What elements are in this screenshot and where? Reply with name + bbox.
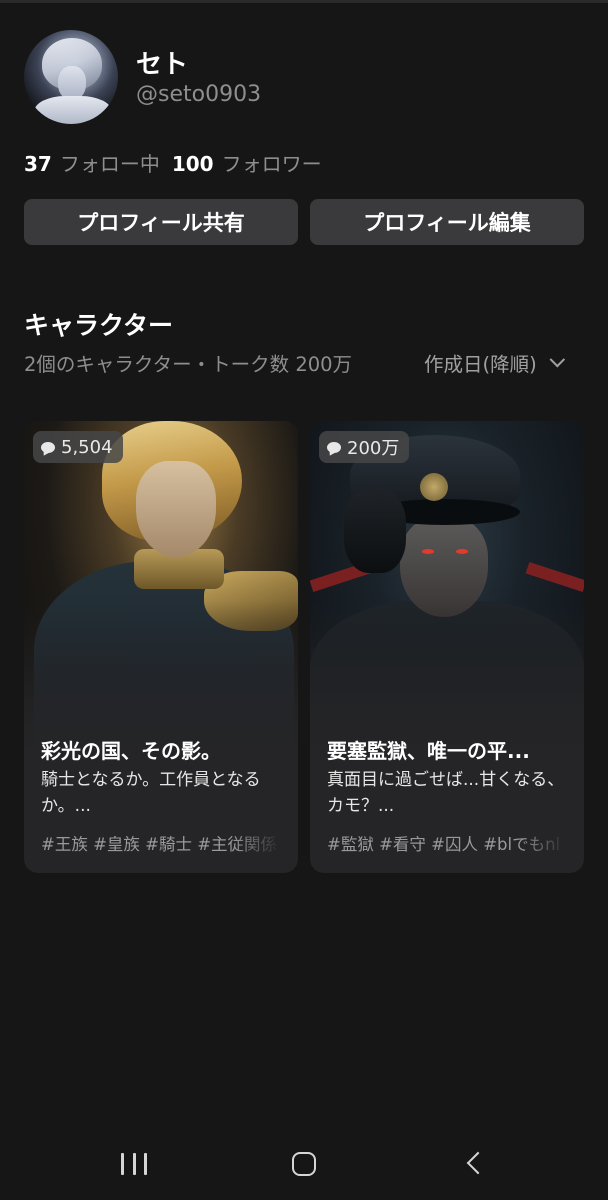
characters-section-title: キャラクター [24, 311, 174, 340]
character-image [310, 421, 584, 751]
talk-count: 5,504 [61, 436, 113, 458]
talk-count-badge: 5,504 [33, 431, 123, 463]
share-profile-button[interactable]: プロフィール共有 [24, 199, 298, 245]
sort-label: 作成日(降順) [424, 353, 537, 376]
user-handle: @seto0903 [136, 82, 262, 107]
avatar-coat [34, 96, 112, 124]
character-image [24, 421, 298, 751]
image-fade-overlay [24, 601, 298, 751]
character-card[interactable]: 200万 要塞監獄、唯一の平... 真面目に過ごせば...甘くなる、カモ？...… [310, 421, 584, 873]
following-label[interactable]: フォロー中 [60, 148, 160, 177]
warden-eye-shape [422, 549, 434, 554]
edit-profile-button[interactable]: プロフィール編集 [310, 199, 584, 245]
home-icon[interactable] [292, 1152, 316, 1176]
character-tags: #監獄 #看守 #囚人 #blでもnl [327, 835, 561, 854]
warden-eye-shape [456, 549, 468, 554]
warden-glove-shape [344, 489, 406, 573]
character-description: 騎士となるか。工作員となるか。... [41, 770, 261, 816]
talk-count: 200万 [347, 438, 400, 459]
followers-label[interactable]: フォロワー [222, 148, 322, 177]
following-count[interactable]: 37 [24, 152, 52, 176]
character-title: 要塞監獄、唯一の平... [327, 739, 530, 763]
status-divider [0, 0, 608, 3]
talk-count-badge: 200万 [319, 431, 410, 463]
chat-bubble-icon [41, 441, 55, 453]
follow-stats: 37 フォロー中 100 フォロワー [24, 148, 334, 177]
chevron-down-icon [549, 351, 565, 368]
character-description: 真面目に過ごせば...甘くなる、カモ？... [327, 770, 565, 816]
characters-summary: 2個のキャラクター・トーク数 200万 [24, 353, 353, 376]
system-navigation-bar [0, 1130, 608, 1200]
image-fade-overlay [310, 601, 584, 751]
warden-stripe-shape [525, 562, 584, 592]
avatar[interactable] [24, 30, 118, 124]
avatar-face [58, 66, 86, 100]
sort-dropdown[interactable]: 作成日(降順) [424, 348, 565, 377]
chat-bubble-icon [327, 441, 341, 453]
knight-face-shape [136, 461, 216, 557]
followers-count[interactable]: 100 [172, 152, 214, 176]
character-title: 彩光の国、その影。 [41, 739, 221, 763]
character-tags: #王族 #皇族 #騎士 #主従関係 [41, 835, 278, 854]
character-card[interactable]: 5,504 彩光の国、その影。 騎士となるか。工作員となるか。... #王族 #… [24, 421, 298, 873]
recents-icon[interactable] [121, 1153, 147, 1175]
warden-badge-shape [420, 473, 448, 501]
back-icon[interactable] [466, 1151, 490, 1175]
display-name: セト [136, 50, 189, 80]
